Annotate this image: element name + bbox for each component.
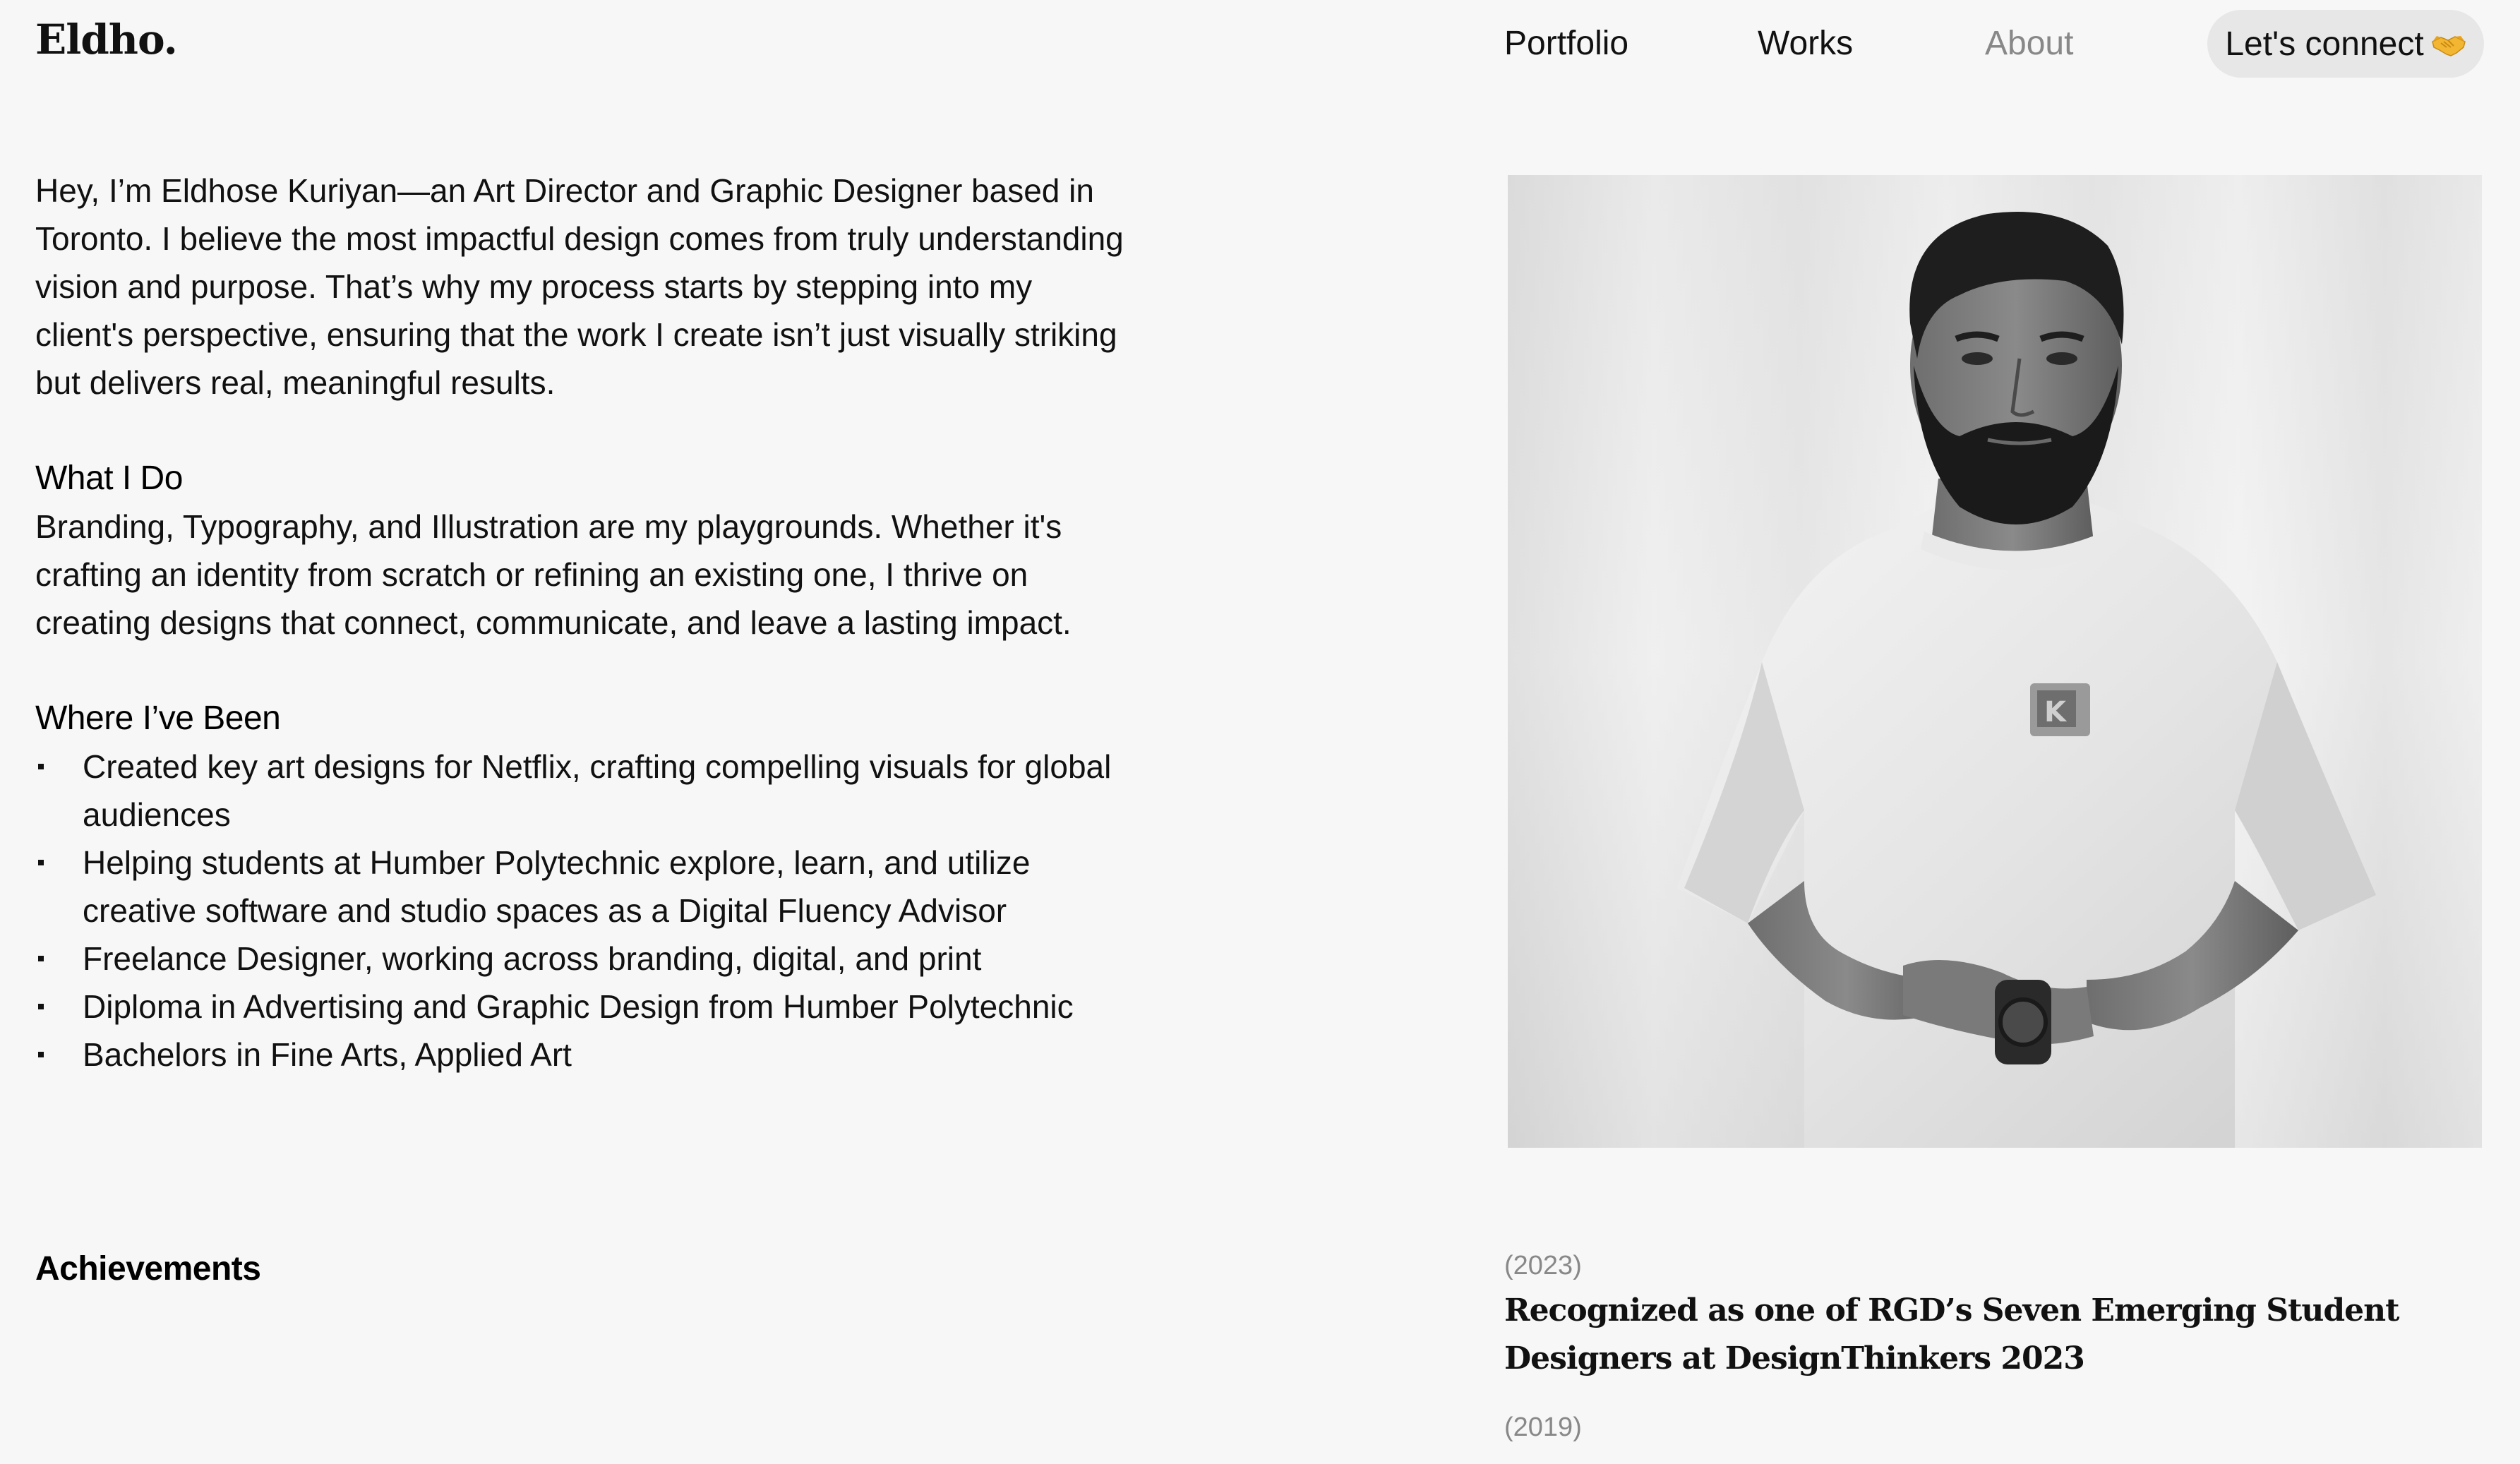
- achievement-title: Recognized as one of RGD’s Seven Emergin…: [1504, 1292, 2399, 1376]
- achievements-heading: Achievements: [35, 1250, 261, 1288]
- site-logo[interactable]: Eldho.: [35, 16, 178, 64]
- achievement-year: (2023): [1504, 1251, 1582, 1280]
- what-i-do-text: Branding, Typography, and Illustration a…: [35, 508, 1072, 641]
- achievement-year: (2019): [1504, 1412, 1582, 1442]
- achievement-item: (2023) Recognized as one of RGD’s Seven …: [1504, 1251, 2492, 1383]
- handshake-icon: [2431, 30, 2466, 58]
- portrait-photo: K: [1508, 175, 2482, 1148]
- list-item-text: Helping students at Humber Polytechnic e…: [83, 844, 1031, 929]
- list-item-text: Bachelors in Fine Arts, Applied Art: [83, 1036, 572, 1073]
- bullet-marker: [38, 764, 44, 769]
- bullet-marker: [38, 1004, 44, 1009]
- list-item: Created key art designs for Netflix, cra…: [35, 743, 1136, 839]
- list-item-text: Created key art designs for Netflix, cra…: [83, 748, 1112, 833]
- bullet-marker: [38, 956, 44, 961]
- nav-portfolio[interactable]: Portfolio: [1504, 24, 1628, 63]
- intro-paragraph: Hey, I’m Eldhose Kuriyan—an Art Director…: [35, 172, 1124, 401]
- nav-about[interactable]: About: [1985, 24, 2073, 63]
- lets-connect-button[interactable]: Let's connect: [2207, 10, 2484, 78]
- svg-text:K: K: [2044, 696, 2068, 728]
- list-item: Bachelors in Fine Arts, Applied Art: [35, 1031, 1136, 1079]
- list-item-text: Diploma in Advertising and Graphic Desig…: [83, 988, 1074, 1025]
- experience-list: Created key art designs for Netflix, cra…: [35, 743, 1136, 1079]
- list-item: Diploma in Advertising and Graphic Desig…: [35, 983, 1136, 1031]
- nav-works[interactable]: Works: [1758, 24, 1853, 63]
- list-item: Helping students at Humber Polytechnic e…: [35, 839, 1136, 935]
- bullet-marker: [38, 860, 44, 865]
- achievements-list: (2023) Recognized as one of RGD’s Seven …: [1504, 1251, 2492, 1443]
- bullet-marker: [38, 1052, 44, 1057]
- list-item-text: Freelance Designer, working across brand…: [83, 940, 982, 977]
- what-i-do-heading: What I Do: [35, 460, 183, 497]
- where-ive-been-heading: Where I’ve Been: [35, 700, 281, 737]
- achievement-item: (2019): [1504, 1412, 2492, 1443]
- about-content: Hey, I’m Eldhose Kuriyan—an Art Director…: [35, 167, 1136, 1079]
- lets-connect-label: Let's connect: [2225, 25, 2424, 63]
- list-item: Freelance Designer, working across brand…: [35, 935, 1136, 983]
- site-header: Eldho. Portfolio Works About Let's conne…: [0, 0, 2520, 92]
